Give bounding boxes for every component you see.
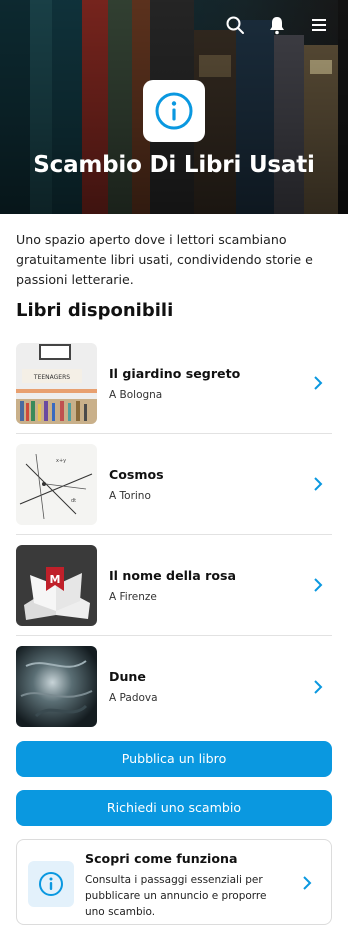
book-list: TEENAGERS Il giardino segreto A Bologna (16, 333, 332, 737)
how-it-works-card[interactable]: Scopri come funziona Consulta i passaggi… (16, 839, 332, 925)
chevron-right-icon[interactable] (312, 374, 324, 392)
svg-text:dt: dt (71, 498, 76, 504)
book-city: A Firenze (109, 590, 157, 603)
book-city: A Bologna (109, 388, 163, 401)
book-title: Il giardino segreto (109, 365, 241, 381)
info-card-text: Consulta i passaggi essenziali per pubbl… (85, 874, 267, 918)
chevron-right-icon[interactable] (312, 475, 324, 493)
info-icon (39, 872, 63, 896)
search-icon[interactable] (224, 14, 246, 36)
book-item-cosmos[interactable]: x+y dt Cosmos A Torino (16, 434, 332, 535)
intro-text: Uno spazio aperto dove i lettori scambia… (16, 232, 313, 287)
info-card-title: Scopri come funziona (85, 851, 238, 866)
info-icon-box (28, 861, 74, 907)
page-title: Scambio Di Libri Usati (33, 152, 315, 178)
book-thumbnail: x+y dt (16, 443, 97, 525)
book-thumbnail (16, 646, 97, 727)
book-title: Il nome della rosa (109, 567, 236, 583)
chevron-right-icon[interactable] (312, 678, 324, 696)
book-thumbnail: M (16, 544, 97, 626)
book-item-nome-della-rosa[interactable]: M Il nome della rosa A Firenze (16, 535, 332, 636)
publish-book-button[interactable]: Pubblica un libro (16, 741, 332, 777)
book-title: Dune (109, 669, 146, 684)
hero-info-badge (143, 80, 205, 142)
top-toolbar (224, 14, 330, 36)
notification-bell-icon[interactable] (266, 14, 288, 36)
chevron-right-icon[interactable] (301, 874, 313, 892)
chevron-right-icon[interactable] (312, 576, 324, 594)
svg-text:TEENAGERS: TEENAGERS (33, 374, 70, 381)
svg-text:x+y: x+y (56, 458, 66, 464)
book-item-giardino-segreto[interactable]: TEENAGERS Il giardino segreto A Bologna (16, 333, 332, 434)
svg-text:M: M (50, 573, 61, 586)
book-thumbnail: TEENAGERS (16, 342, 97, 424)
book-item-dune[interactable]: Dune A Padova (16, 636, 332, 737)
book-city: A Padova (109, 692, 158, 704)
book-title: Cosmos (109, 466, 164, 482)
info-icon (155, 92, 193, 130)
book-city: A Torino (109, 489, 151, 502)
request-exchange-button[interactable]: Richiedi uno scambio (16, 790, 332, 826)
hero-banner: Scambio Di Libri Usati (0, 0, 348, 214)
section-title: Libri disponibili (16, 300, 174, 321)
menu-icon[interactable] (308, 14, 330, 36)
